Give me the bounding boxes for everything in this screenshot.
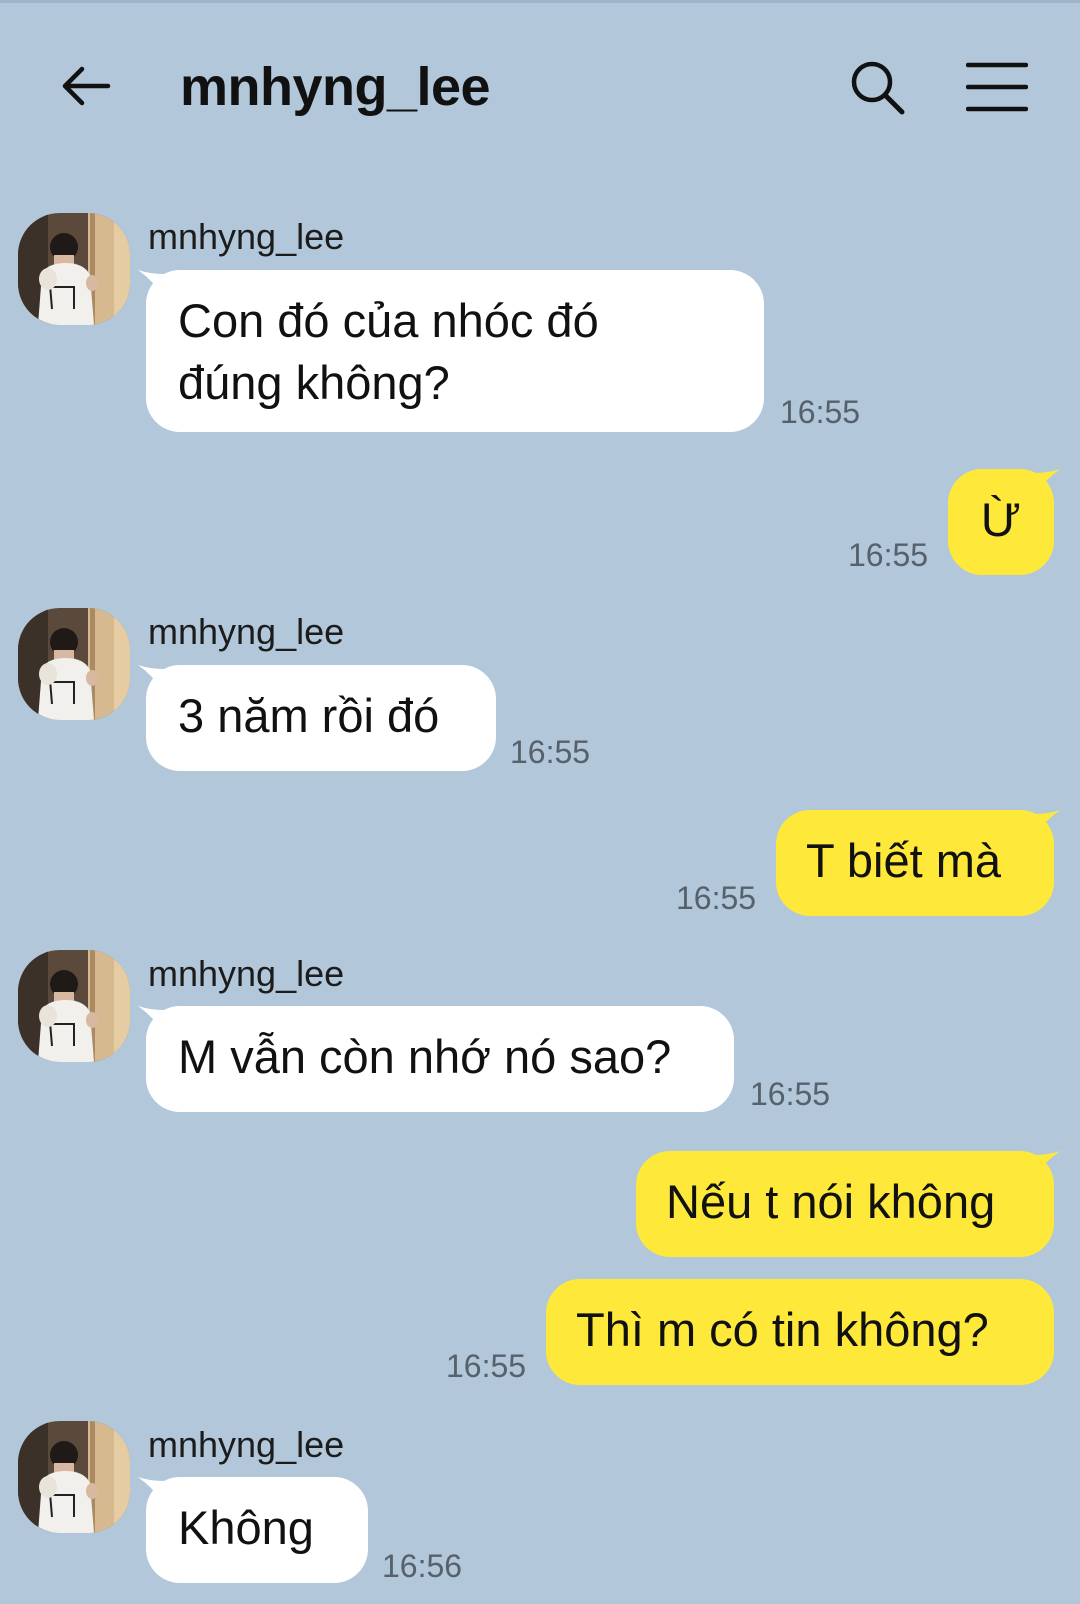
message-time: 16:55 [510,734,591,770]
back-arrow-icon[interactable] [58,58,114,114]
sender-name: mnhyng_lee [148,1424,345,1465]
search-icon[interactable] [848,58,908,118]
message-time: 16:55 [780,394,861,430]
message-time: 16:55 [750,1076,831,1112]
avatar[interactable] [18,1421,130,1533]
avatar[interactable] [18,608,130,720]
menu-icon[interactable] [966,60,1028,114]
sender-name: mnhyng_lee [148,953,345,994]
message-bubble-incoming[interactable]: Không [146,1477,368,1583]
avatar[interactable] [18,950,130,1062]
message-time: 16:55 [848,537,929,573]
chat-title[interactable]: mnhyng_lee [180,56,491,118]
message-bubble-outgoing[interactable]: T biết mà [776,810,1054,916]
message-bubble-incoming[interactable]: 3 năm rồi đó [146,665,496,771]
message-bubble-outgoing[interactable]: Nếu t nói không [636,1151,1054,1257]
sender-name: mnhyng_lee [148,611,345,652]
message-bubble-incoming[interactable]: M vẫn còn nhớ nó sao? [146,1006,734,1112]
message-time: 16:56 [382,1548,463,1584]
message-time: 16:55 [676,880,757,916]
message-bubble-outgoing[interactable]: Ừ [948,469,1054,575]
message-bubble-incoming[interactable]: Con đó của nhóc đó đúng không? [146,270,764,432]
avatar[interactable] [18,213,130,325]
message-time: 16:55 [446,1348,527,1384]
chat-header: mnhyng_lee [0,0,1080,175]
message-bubble-outgoing[interactable]: Thì m có tin không? [546,1279,1054,1385]
sender-name: mnhyng_lee [148,216,345,257]
